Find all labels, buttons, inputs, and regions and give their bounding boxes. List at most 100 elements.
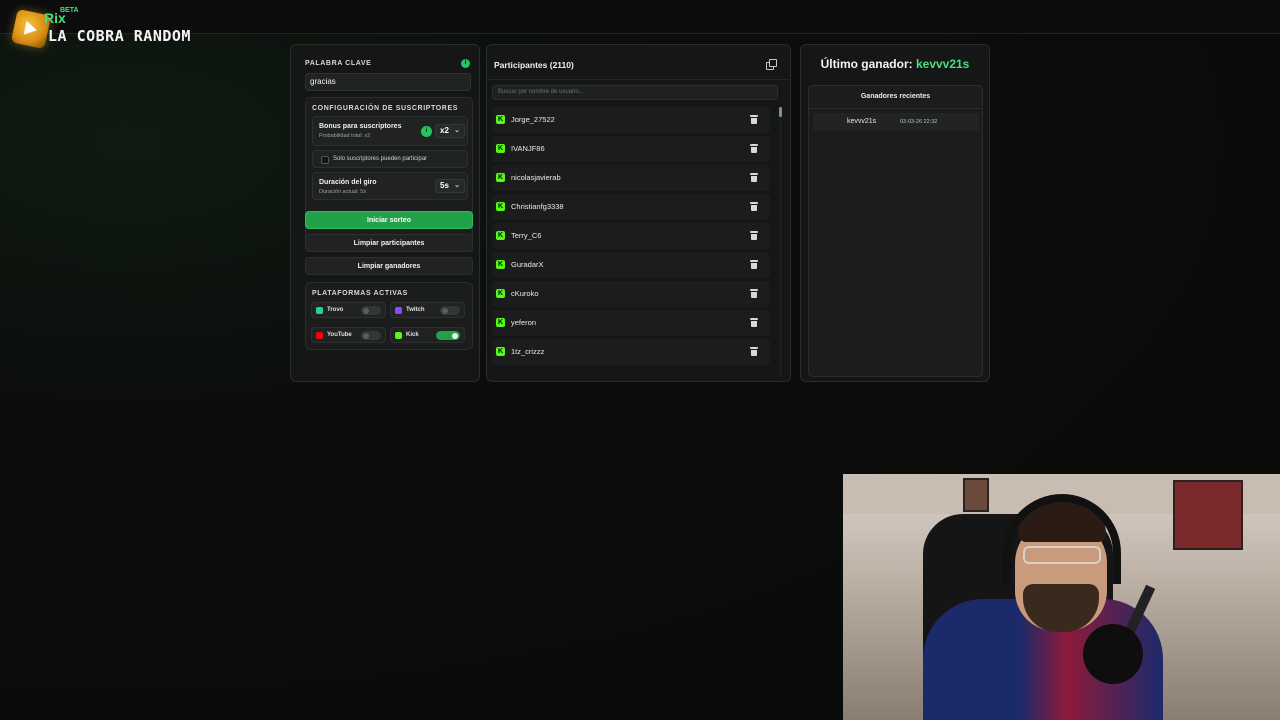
participant-row: K Jorge_27522 (492, 107, 770, 133)
trash-icon[interactable] (750, 260, 758, 269)
spin-duration-select[interactable]: 5s ⌄ (435, 179, 465, 193)
spin-label: Duración del giro (319, 179, 377, 186)
keyword-input[interactable]: gracias (305, 73, 471, 91)
trovo-toggle[interactable] (361, 306, 381, 315)
wall-frame (963, 478, 989, 512)
bonus-select[interactable]: x2 ⌄ (435, 124, 465, 138)
kick-icon: K (496, 289, 505, 298)
platform-twitch[interactable]: Twitch (390, 302, 465, 318)
last-winner-label: Último ganador: (820, 57, 913, 71)
info-icon[interactable]: i (461, 59, 470, 68)
participant-name: IVANJF86 (511, 144, 545, 153)
trash-icon[interactable] (750, 173, 758, 182)
kick-icon: K (496, 347, 505, 356)
scroll-thumb[interactable] (779, 107, 782, 117)
clear-winners-button[interactable]: Limpiar ganadores (305, 257, 473, 275)
trash-icon[interactable] (750, 115, 758, 124)
recent-winners-title: Ganadores recientes (860, 93, 931, 100)
platform-label: Kick (406, 332, 419, 338)
wall-frame (1173, 480, 1243, 550)
divider (809, 108, 982, 109)
platform-kick[interactable]: Kick (390, 327, 465, 343)
twitch-icon (395, 307, 402, 314)
participant-name: 1tz_crizzz (511, 347, 545, 356)
trash-icon[interactable] (750, 289, 758, 298)
settings-panel: PALABRA CLAVE i gracias CONFIGURACIÓN DE… (290, 44, 480, 382)
bonus-sub: Probabilidad total: x2 (319, 133, 371, 139)
kick-icon: K (496, 144, 505, 153)
winners-panel: Último ganador: kevvv21s Ganadores recie… (800, 44, 990, 382)
microphone (1083, 624, 1143, 684)
bonus-value: x2 (440, 126, 449, 135)
kick-toggle[interactable] (436, 331, 460, 340)
brand-subtitle: LA COBRA RANDOM (48, 27, 191, 45)
copy-icon[interactable] (766, 59, 777, 70)
bonus-label: Bonus para suscriptores (319, 123, 402, 130)
platforms-section: PLATAFORMAS ACTIVAS Trovo Twitch YouTube… (305, 282, 473, 350)
kick-icon: K (496, 231, 505, 240)
keyword-label: PALABRA CLAVE (305, 60, 372, 67)
divider (487, 79, 790, 80)
participant-name: GuradarX (511, 260, 544, 269)
beta-badge: BETA (60, 7, 79, 14)
platform-youtube[interactable]: YouTube (311, 327, 386, 343)
recent-winner-name: kevvv21s (847, 118, 877, 125)
trash-icon[interactable] (750, 144, 758, 153)
brand-logo: Rix BETA LA COBRA RANDOM (6, 4, 206, 54)
subscribers-title: CONFIGURACIÓN DE SUSCRIPTORES (312, 105, 459, 112)
participant-row: K 1tz_crizzz (492, 339, 770, 365)
only-subs-checkbox[interactable] (321, 156, 329, 164)
start-raffle-button[interactable]: Iniciar sorteo (305, 211, 473, 229)
clear-participants-button[interactable]: Limpiar participantes (305, 234, 473, 252)
kick-icon (395, 332, 402, 339)
participant-row: Knicolasjavierab (492, 165, 770, 191)
participant-name: yeferon (511, 318, 537, 327)
participant-search-input[interactable]: Buscar por nombre de usuario... (492, 85, 778, 100)
recent-winners-card: Ganadores recientes kevvv21s 03-03-26 22… (808, 85, 983, 377)
recent-winner-row: kevvv21s 03-03-26 22:32 (813, 113, 979, 131)
trash-icon[interactable] (750, 318, 758, 327)
participant-name: Jorge_27522 (511, 115, 555, 124)
spin-duration-row: Duración del giro Duración actual: 5s 5s… (312, 172, 468, 200)
participant-row: K IVANJF86 (492, 136, 770, 162)
participants-title: Participantes (2110) (494, 60, 574, 70)
participant-row: Kyeferon (492, 310, 770, 336)
youtube-toggle[interactable] (361, 331, 381, 340)
participant-row: K Terry_C6 (492, 223, 770, 249)
webcam-overlay (843, 474, 1280, 720)
kick-icon: K (496, 260, 505, 269)
keyword-section: PALABRA CLAVE i gracias (302, 52, 472, 94)
trash-icon[interactable] (750, 202, 758, 211)
kick-icon: K (496, 318, 505, 327)
last-winner-name: kevvv21s (915, 57, 970, 71)
platform-label: YouTube (327, 332, 352, 338)
participants-scrollbar[interactable] (779, 107, 782, 377)
participant-name: Terry_C6 (511, 231, 542, 240)
spin-value: 5s (440, 181, 449, 190)
platform-trovo[interactable]: Trovo (311, 302, 386, 318)
participant-name: Christianfg3338 (511, 202, 564, 211)
last-winner-heading: Último ganador: kevvv21s (801, 57, 989, 71)
participant-name: nicolasjavierab (511, 173, 561, 182)
platforms-title: PLATAFORMAS ACTIVAS (312, 290, 408, 297)
only-subs-label: Solo suscriptores pueden participar (333, 156, 428, 162)
bonus-row: Bonus para suscriptores Probabilidad tot… (312, 116, 468, 146)
trash-icon[interactable] (750, 231, 758, 240)
chevron-down-icon: ⌄ (454, 182, 460, 189)
chevron-down-icon: ⌄ (454, 127, 460, 134)
trash-icon[interactable] (750, 347, 758, 356)
twitch-toggle[interactable] (440, 306, 460, 315)
participant-row: K Christianfg3338 (492, 194, 770, 220)
participants-list: K Jorge_27522 K IVANJF86 Knicolasjavierab K Ch… (492, 107, 774, 377)
trovo-icon (316, 307, 323, 314)
participants-panel: Participantes (2110) Buscar por nombre d… (486, 44, 791, 382)
youtube-icon (316, 332, 323, 339)
kick-icon: K (496, 173, 505, 182)
info-icon[interactable]: i (421, 126, 432, 137)
participant-name: cKuroko (511, 289, 539, 298)
recent-winner-date: 03-03-26 22:32 (900, 119, 938, 125)
platform-label: Twitch (406, 307, 425, 313)
participant-row: K GuradarX (492, 252, 770, 278)
only-subs-row[interactable]: Solo suscriptores pueden participar (312, 150, 468, 168)
participant-row: KcKuroko (492, 281, 770, 307)
